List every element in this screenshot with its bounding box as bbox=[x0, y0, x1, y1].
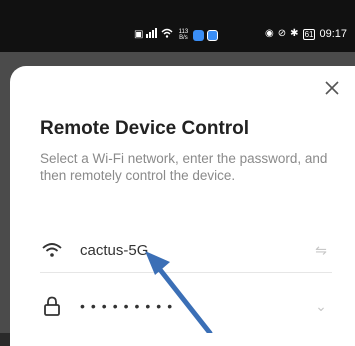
status-left-group: ▣ 113 B/s bbox=[134, 28, 219, 42]
app-notification-icon bbox=[193, 29, 205, 41]
password-input[interactable]: ••••••••• bbox=[80, 298, 310, 314]
chevron-down-icon[interactable]: ⌄ bbox=[310, 295, 332, 317]
close-button[interactable] bbox=[321, 78, 343, 100]
password-field[interactable]: ••••••••• ⌄ bbox=[40, 284, 332, 328]
wifi-icon bbox=[161, 28, 173, 42]
dialog-subtitle: Select a Wi-Fi network, enter the passwo… bbox=[40, 151, 328, 183]
status-time: 09:17 bbox=[319, 28, 347, 40]
bluetooth-icon: ✱ bbox=[290, 28, 299, 39]
swap-icon[interactable]: ⇋ bbox=[310, 239, 332, 261]
dialog-title: Remote Device Control bbox=[40, 118, 250, 139]
eye-icon: ◉ bbox=[265, 28, 274, 39]
close-icon bbox=[325, 81, 339, 95]
app-notification-icon-2 bbox=[207, 29, 219, 41]
status-right-group: ◉ ⊘ ✱ 61 09:17 bbox=[265, 28, 347, 40]
hd-icon: ▣ bbox=[134, 29, 144, 40]
lock-icon bbox=[40, 294, 64, 318]
no-disturb-icon: ⊘ bbox=[277, 28, 287, 39]
wifi-network-field[interactable]: ⇋ bbox=[40, 228, 332, 273]
wifi-icon bbox=[40, 238, 64, 262]
network-speed: 113 B/s bbox=[176, 29, 190, 41]
remote-control-dialog: Remote Device Control Select a Wi-Fi net… bbox=[10, 66, 355, 346]
status-bar: ▣ 113 B/s ◉ ⊘ ✱ 61 09:17 bbox=[0, 0, 355, 52]
network-speed-unit: B/s bbox=[179, 35, 188, 41]
wifi-ssid-input[interactable] bbox=[80, 241, 310, 259]
signal-icon bbox=[146, 28, 158, 42]
battery-indicator: 61 bbox=[302, 28, 316, 40]
